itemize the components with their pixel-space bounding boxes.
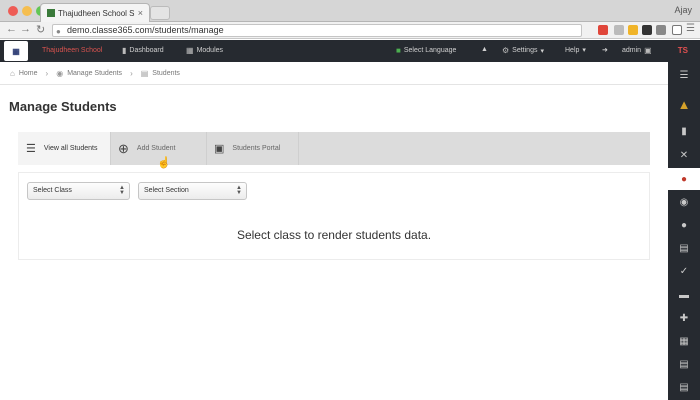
cast-icon[interactable] bbox=[672, 25, 682, 35]
breadcrumb-manage-students[interactable]: Manage Students bbox=[67, 70, 122, 77]
bell-icon[interactable]: ▲ bbox=[481, 46, 488, 53]
new-tab-button[interactable] bbox=[150, 6, 170, 20]
medical-icon[interactable]: ✚ bbox=[668, 307, 700, 329]
lock-icon: ▣ bbox=[644, 46, 652, 55]
add-circle-icon: ⊕ bbox=[118, 140, 129, 156]
lock-icon: ▣ bbox=[214, 143, 225, 155]
user-initials[interactable]: TS bbox=[678, 46, 688, 55]
breadcrumb-students: Students bbox=[152, 70, 180, 77]
users-icon: ◉ bbox=[56, 69, 64, 78]
back-arrow-icon[interactable]: ← bbox=[6, 23, 17, 35]
extension-icon[interactable] bbox=[642, 25, 652, 35]
nav-modules-label: Modules bbox=[196, 47, 224, 54]
browser-tab-bar: Thajudheen School SIS an × Ajay bbox=[0, 0, 700, 22]
money-icon[interactable]: ▲ bbox=[668, 89, 700, 119]
nav-admin-label: admin bbox=[622, 47, 642, 54]
tab-close-icon[interactable]: × bbox=[138, 8, 143, 18]
student-tabs: ☰ View all Students ⊕ Add Student ▣ Stud… bbox=[18, 132, 650, 165]
chevron-down-icon: ▾ bbox=[582, 47, 586, 54]
browser-tab[interactable]: Thajudheen School SIS an × bbox=[40, 3, 150, 22]
nav-modules[interactable]: ▦ Modules bbox=[186, 46, 223, 55]
extension-icon[interactable] bbox=[628, 25, 638, 35]
browser-tab-title: Thajudheen School SIS an bbox=[58, 8, 135, 18]
files-icon[interactable]: ▤ bbox=[668, 376, 700, 398]
extension-icon[interactable] bbox=[614, 25, 624, 35]
empty-state-message: Select class to render students data. bbox=[236, 228, 432, 242]
chevron-right-icon: › bbox=[130, 69, 133, 78]
divider bbox=[0, 84, 668, 85]
divider bbox=[298, 132, 299, 165]
url-text: demo.classe365.com/students/manage bbox=[67, 25, 224, 35]
tab-students-portal[interactable]: ▣ Students Portal bbox=[206, 132, 298, 165]
select-caret-icon: ▲ ▼ bbox=[119, 185, 125, 196]
right-sidebar: ☰ ▲ ▮ ✕ ● ◉ ● ▤ ✓ ▬ ✚ ▦ ▤ ▤ bbox=[668, 62, 700, 400]
nav-settings[interactable]: ⚙ Settings ▾ bbox=[502, 46, 544, 55]
class-select[interactable]: Select Class ▲ ▼ bbox=[27, 182, 130, 200]
document-icon[interactable]: ▤ bbox=[668, 237, 700, 259]
nav-help[interactable]: Help ▾ bbox=[565, 46, 586, 55]
checklist-icon[interactable]: ✓ bbox=[668, 260, 700, 282]
breadcrumb: ⌂ Home › ◉ Manage Students › ▤ Students bbox=[10, 69, 180, 78]
breadcrumb-home[interactable]: Home bbox=[19, 70, 38, 77]
home-icon: ⌂ bbox=[10, 69, 15, 78]
class-select-value: Select Class bbox=[33, 187, 72, 194]
bar-chart-icon: ▮ bbox=[122, 46, 127, 55]
nav-help-label: Help bbox=[565, 46, 580, 54]
tools-icon[interactable]: ➜ bbox=[602, 46, 608, 54]
students-icon[interactable]: ● bbox=[668, 168, 700, 190]
hamburger-menu-icon[interactable]: ☰ bbox=[668, 64, 700, 86]
section-select-value: Select Section bbox=[144, 187, 189, 194]
minimize-window-button[interactable] bbox=[22, 6, 32, 16]
chat-icon[interactable]: ▬ bbox=[668, 284, 700, 306]
browser-menu-icon[interactable]: ☰ bbox=[686, 23, 695, 34]
hand-cursor-icon: ☝ bbox=[157, 157, 171, 169]
school-name[interactable]: Thajudheen School bbox=[42, 47, 102, 54]
user-icon[interactable]: ● bbox=[668, 214, 700, 236]
list-icon: ☰ bbox=[26, 143, 36, 155]
tab-students-portal-label: Students Portal bbox=[232, 145, 281, 152]
nav-select-language[interactable]: ■ Select Language bbox=[396, 46, 456, 55]
gear-icon: ⚙ bbox=[502, 46, 510, 55]
grid-icon: ▦ bbox=[186, 46, 194, 55]
list-icon: ▤ bbox=[140, 69, 149, 78]
language-icon: ■ bbox=[396, 46, 401, 55]
select-caret-icon: ▲ ▼ bbox=[236, 185, 242, 196]
reload-icon[interactable]: ↻ bbox=[36, 23, 45, 36]
nav-dashboard-label: Dashboard bbox=[129, 47, 164, 54]
tools-icon[interactable]: ✕ bbox=[668, 144, 700, 166]
page-info-icon: ● bbox=[56, 27, 61, 36]
chevron-down-icon: ▾ bbox=[540, 47, 544, 55]
tab-add-student-label: Add Student bbox=[136, 145, 176, 152]
forward-arrow-icon[interactable]: → bbox=[20, 23, 31, 35]
nav-dashboard[interactable]: ▮ Dashboard bbox=[122, 46, 164, 55]
extension-icon[interactable] bbox=[656, 25, 666, 35]
top-navbar: ▦ Thajudheen School ▮ Dashboard ▦ Module… bbox=[0, 40, 700, 62]
students-panel: Select Class ▲ ▼ Select Section ▲ ▼ Select… bbox=[18, 172, 650, 260]
users-icon[interactable]: ◉ bbox=[668, 191, 700, 213]
tab-view-all-students-label: View all Students bbox=[43, 145, 98, 152]
browser-address-bar: ← → ↻ ● demo.classe365.com/students/mana… bbox=[0, 22, 700, 39]
bar-chart-icon[interactable]: ▮ bbox=[668, 120, 700, 142]
section-select[interactable]: Select Section ▲ ▼ bbox=[138, 182, 247, 200]
extension-opera-icon[interactable] bbox=[598, 25, 608, 35]
calendar-icon[interactable]: ▦ bbox=[668, 330, 700, 352]
nav-admin[interactable]: admin ▣ bbox=[622, 46, 652, 55]
page-title: Manage Students bbox=[9, 99, 117, 114]
tab-view-all-students[interactable]: ☰ View all Students bbox=[18, 132, 110, 165]
nav-settings-label: Settings bbox=[512, 47, 538, 54]
chevron-right-icon: › bbox=[45, 69, 49, 78]
browser-profile-name[interactable]: Ajay bbox=[674, 5, 692, 15]
favicon-icon bbox=[47, 9, 55, 17]
school-logo[interactable]: ▦ bbox=[4, 41, 28, 61]
book-icon[interactable]: ▤ bbox=[668, 353, 700, 375]
nav-select-language-label: Select Language bbox=[403, 47, 457, 54]
close-window-button[interactable] bbox=[8, 6, 18, 16]
url-input[interactable]: ● demo.classe365.com/students/manage bbox=[52, 24, 582, 37]
